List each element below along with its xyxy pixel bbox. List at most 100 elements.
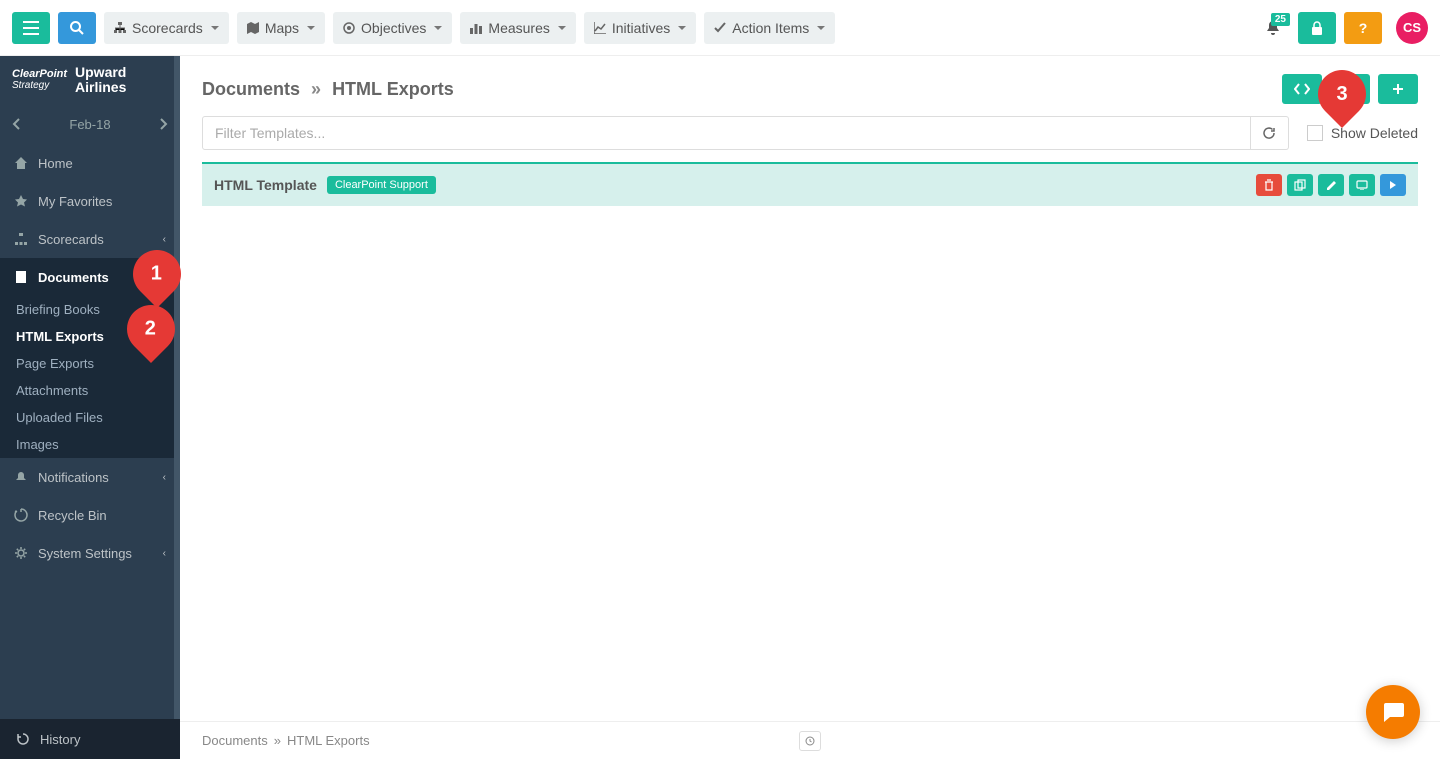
sidebar-item-system-settings[interactable]: System Settings ‹ <box>0 534 180 572</box>
caret-icon <box>307 26 315 30</box>
period-prev[interactable] <box>12 118 20 130</box>
topbar: Scorecards Maps Objectives Measures Init… <box>0 0 1440 56</box>
footer-root[interactable]: Documents <box>202 733 268 748</box>
sidebar-item-notifications[interactable]: Notifications ‹ <box>0 458 180 496</box>
menu-label: Initiatives <box>612 20 670 36</box>
menu-label: Scorecards <box>132 20 203 36</box>
trash-icon <box>1264 179 1274 191</box>
menu-scorecards[interactable]: Scorecards <box>104 12 229 44</box>
breadcrumb-current: HTML Exports <box>332 79 454 99</box>
menu-label: Maps <box>265 20 299 36</box>
menu-measures[interactable]: Measures <box>460 12 575 44</box>
export-button[interactable] <box>1282 74 1322 104</box>
footer-sep: » <box>274 733 281 748</box>
play-icon <box>1389 180 1397 190</box>
show-deleted-toggle[interactable]: Show Deleted <box>1307 125 1418 141</box>
sidebar-item-label: Notifications <box>38 470 109 485</box>
sidebar-item-home[interactable]: Home <box>0 144 180 182</box>
brand-name: Upward Airlines <box>75 65 126 96</box>
menu-action-items[interactable]: Action Items <box>704 12 835 44</box>
sidebar-item-recycle-bin[interactable]: Recycle Bin <box>0 496 180 534</box>
gear-icon <box>14 546 28 560</box>
avatar-initials: CS <box>1403 20 1421 35</box>
refresh-button[interactable] <box>1251 116 1289 150</box>
footer-current: HTML Exports <box>287 733 370 748</box>
chevron-left-icon: ‹ <box>163 472 166 483</box>
menu-initiatives[interactable]: Initiatives <box>584 12 696 44</box>
list-row[interactable]: HTML Template ClearPoint Support <box>202 164 1418 206</box>
sidebar-subitem-images[interactable]: Images <box>0 431 180 458</box>
code-icon <box>1294 82 1310 96</box>
monitor-icon <box>1356 180 1368 190</box>
checkbox[interactable] <box>1307 125 1323 141</box>
run-button[interactable] <box>1380 174 1406 196</box>
menu-label: Action Items <box>732 20 809 36</box>
period-label[interactable]: Feb-18 <box>69 117 110 132</box>
menu-objectives[interactable]: Objectives <box>333 12 452 44</box>
menu-icon <box>23 21 39 35</box>
doc-icon <box>14 270 28 284</box>
help-button[interactable]: ? <box>1344 12 1382 44</box>
bell-icon <box>14 470 28 484</box>
delete-button[interactable] <box>1256 174 1282 196</box>
target-icon <box>343 22 355 34</box>
breadcrumb-root[interactable]: Documents <box>202 79 300 99</box>
sitemap-icon <box>114 22 126 34</box>
sidebar-item-label: Documents <box>38 270 109 285</box>
notification-button[interactable]: 25 <box>1264 19 1282 37</box>
duplicate-button[interactable] <box>1287 174 1313 196</box>
pencil-icon <box>1326 180 1337 191</box>
template-list: HTML Template ClearPoint Support <box>202 162 1418 206</box>
breadcrumb: Documents » HTML Exports <box>202 79 454 100</box>
caret-icon <box>558 26 566 30</box>
plus-icon <box>1392 83 1404 95</box>
edit-button[interactable] <box>1318 174 1344 196</box>
chevron-left-icon: ‹ <box>163 234 166 245</box>
period-next[interactable] <box>160 118 168 130</box>
sidebar-item-label: Scorecards <box>38 232 104 247</box>
chart-icon <box>594 22 606 34</box>
lock-button[interactable] <box>1298 12 1336 44</box>
brand-logo: ClearPoint Strategy <box>12 69 67 91</box>
check-icon <box>714 22 726 34</box>
sidebar-subitem-attachments[interactable]: Attachments <box>0 377 180 404</box>
footer: Documents » HTML Exports <box>180 721 1440 759</box>
sidebar-item-favorites[interactable]: My Favorites <box>0 182 180 220</box>
search-button[interactable] <box>58 12 96 44</box>
chevron-right-icon <box>160 118 168 130</box>
hamburger-button[interactable] <box>12 12 50 44</box>
avatar[interactable]: CS <box>1396 12 1428 44</box>
brand: ClearPoint Strategy Upward Airlines <box>0 56 180 104</box>
recycle-icon <box>14 508 28 522</box>
period-selector: Feb-18 <box>0 104 180 144</box>
add-button[interactable] <box>1378 74 1418 104</box>
chevron-left-icon <box>12 118 20 130</box>
page-header: Documents » HTML Exports <box>180 56 1440 116</box>
lock-icon <box>1311 21 1323 35</box>
filter-input[interactable] <box>202 116 1251 150</box>
history-icon <box>16 732 30 746</box>
history-button[interactable]: History <box>0 719 180 759</box>
sidebar-nav: Home My Favorites Scorecards ‹ Documents… <box>0 144 180 719</box>
show-deleted-label: Show Deleted <box>1331 125 1418 141</box>
filter-row: Show Deleted <box>202 116 1418 150</box>
clock-button[interactable] <box>799 731 821 751</box>
caret-icon <box>434 26 442 30</box>
chat-button[interactable] <box>1366 685 1420 739</box>
sidebar-item-label: Home <box>38 156 73 171</box>
search-icon <box>70 21 84 35</box>
star-icon <box>14 194 28 208</box>
menu-maps[interactable]: Maps <box>237 12 325 44</box>
preview-button[interactable] <box>1349 174 1375 196</box>
sitemap-icon <box>14 232 28 246</box>
copy-icon <box>1294 179 1306 191</box>
map-icon <box>247 22 259 34</box>
caret-icon <box>211 26 219 30</box>
sidebar: ClearPoint Strategy Upward Airlines Feb-… <box>0 56 180 759</box>
sidebar-subitem-uploaded-files[interactable]: Uploaded Files <box>0 404 180 431</box>
notification-count: 25 <box>1271 13 1290 26</box>
sidebar-item-label: Recycle Bin <box>38 508 107 523</box>
clock-icon <box>805 736 815 746</box>
history-label: History <box>40 732 80 747</box>
caret-icon <box>817 26 825 30</box>
